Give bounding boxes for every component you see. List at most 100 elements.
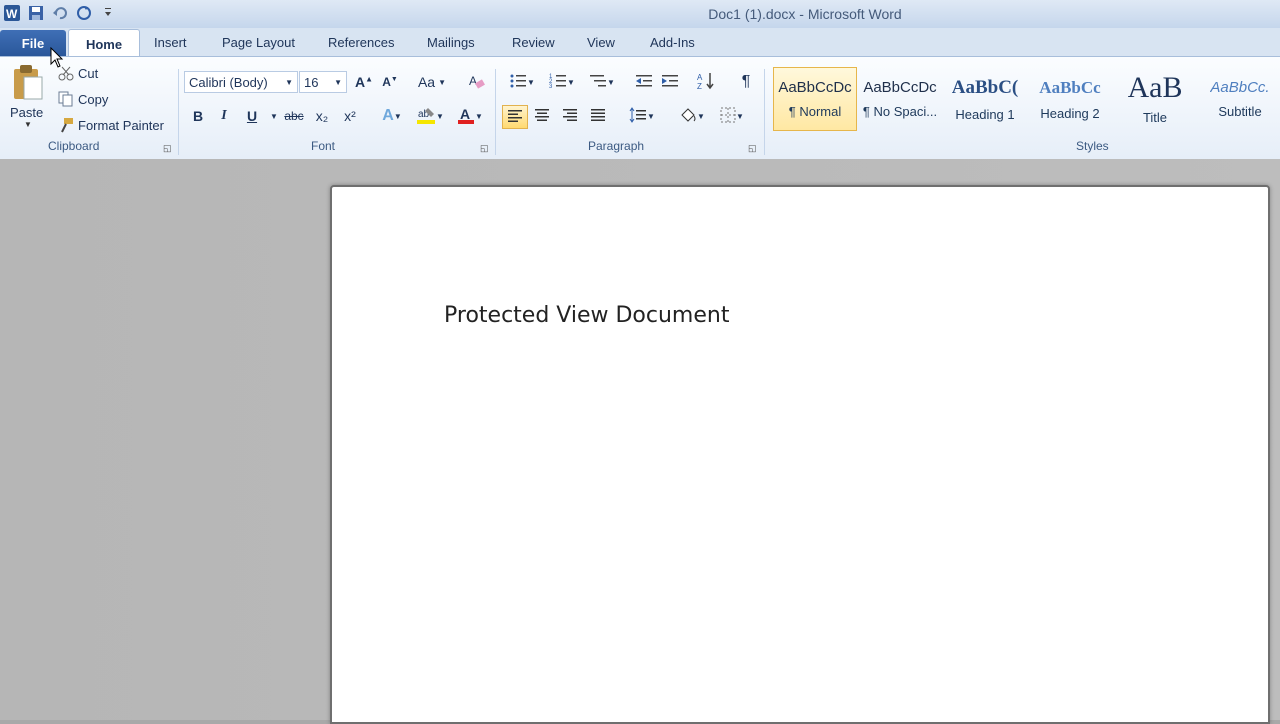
- dialog-launcher-icon[interactable]: ◱: [480, 143, 489, 154]
- font-group-label: Font: [311, 139, 336, 153]
- svg-text:A: A: [697, 73, 703, 82]
- tab-references[interactable]: References: [328, 35, 394, 50]
- font-color-icon: A: [457, 106, 475, 127]
- style-heading-2[interactable]: AaBbCc Heading 2: [1028, 67, 1112, 131]
- italic-button[interactable]: I: [212, 105, 236, 127]
- grow-font-button[interactable]: A▲: [352, 71, 376, 93]
- shrink-font-button[interactable]: A▼: [378, 71, 402, 93]
- align-right-button[interactable]: [558, 105, 582, 127]
- justify-button[interactable]: [586, 105, 610, 127]
- format-painter-button[interactable]: Format Painter: [58, 114, 164, 136]
- style-title[interactable]: AaB Title: [1113, 67, 1197, 131]
- svg-text:Z: Z: [697, 82, 702, 90]
- align-left-button[interactable]: [502, 105, 528, 129]
- copy-icon: [58, 91, 74, 107]
- sort-button[interactable]: AZ: [694, 71, 718, 93]
- line-spacing-icon: [629, 106, 647, 126]
- subscript-button[interactable]: x₂: [310, 105, 334, 127]
- chevron-down-icon: ▼: [24, 120, 32, 129]
- chevron-down-icon: ▼: [438, 77, 447, 87]
- style-sample: AaB: [1127, 73, 1183, 102]
- ribbon: Paste ▼ Cut Copy Format Painter Clipboar…: [0, 56, 1280, 160]
- copy-button[interactable]: Copy: [58, 88, 108, 110]
- text-effects-icon: A: [382, 107, 394, 124]
- group-separator: [764, 69, 765, 155]
- numbering-button[interactable]: 1 2 3 ▼: [544, 71, 580, 93]
- title-bar: W Doc1 (1).docx - Microsoft Word: [0, 0, 1280, 28]
- chevron-down-icon: ▼: [393, 111, 402, 121]
- style-sample: AaBbCc.: [1210, 79, 1270, 96]
- tab-view[interactable]: View: [587, 35, 615, 50]
- bold-button[interactable]: B: [186, 105, 210, 127]
- style-subtitle[interactable]: AaBbCc. Subtitle: [1198, 67, 1280, 131]
- tab-addins[interactable]: Add-Ins: [650, 35, 695, 50]
- eraser-icon: A: [467, 72, 485, 93]
- dialog-launcher-icon[interactable]: ◱: [163, 143, 172, 154]
- highlighter-icon: ab: [416, 106, 436, 127]
- chevron-down-icon: ▼: [567, 77, 575, 87]
- font-size-combo[interactable]: 16 ▼: [299, 71, 347, 93]
- numbering-icon: 123: [549, 73, 567, 92]
- svg-text:3: 3: [549, 84, 553, 89]
- paste-button[interactable]: Paste ▼: [10, 63, 50, 129]
- strikethrough-button[interactable]: abc: [282, 105, 306, 127]
- chevron-down-icon: ▼: [647, 111, 655, 121]
- tab-page-layout[interactable]: Page Layout: [222, 35, 295, 50]
- cut-button[interactable]: Cut: [58, 62, 98, 84]
- paste-label: Paste: [10, 105, 44, 120]
- borders-button[interactable]: ▼: [714, 105, 750, 127]
- style-sample: AaBbCcDc: [863, 79, 937, 96]
- superscript-button[interactable]: x²: [338, 105, 362, 127]
- font-name-value: Calibri (Body): [189, 74, 268, 90]
- group-separator: [178, 69, 179, 155]
- highlight-button[interactable]: ab ▼: [412, 105, 448, 127]
- chevron-down-icon: ▼: [736, 111, 744, 121]
- style-name: Heading 2: [1040, 105, 1100, 121]
- chevron-down-icon: ▼: [334, 77, 342, 87]
- style-name: ¶ No Spaci...: [862, 104, 938, 119]
- change-case-button[interactable]: Aa ▼: [414, 71, 450, 93]
- format-painter-label: Format Painter: [78, 117, 164, 133]
- tab-insert[interactable]: Insert: [154, 35, 187, 50]
- style-sample: AaBbCc: [1039, 77, 1101, 97]
- grow-font-icon: A▲: [354, 74, 374, 90]
- chevron-down-icon: ▼: [697, 111, 705, 121]
- tab-mailings[interactable]: Mailings: [427, 35, 475, 50]
- document-text[interactable]: Protected View Document: [444, 303, 729, 328]
- justify-icon: [590, 108, 606, 125]
- multilevel-list-button[interactable]: ▼: [584, 71, 620, 93]
- dialog-launcher-icon[interactable]: ◱: [748, 143, 757, 154]
- ribbon-tabs: [0, 28, 1280, 56]
- font-size-value: 16: [304, 74, 319, 90]
- multilevel-list-icon: [589, 73, 607, 92]
- tab-review[interactable]: Review: [512, 35, 555, 50]
- chevron-down-icon: ▼: [285, 77, 293, 87]
- increase-indent-button[interactable]: [658, 71, 682, 93]
- copy-label: Copy: [78, 91, 109, 107]
- cut-label: Cut: [78, 65, 99, 81]
- show-formatting-marks-button[interactable]: ¶: [734, 71, 758, 93]
- bullets-button[interactable]: ▼: [504, 71, 540, 93]
- window-title: Doc1 (1).docx - Microsoft Word: [708, 6, 902, 22]
- document-page[interactable]: Protected View Document: [330, 185, 1270, 724]
- font-name-combo[interactable]: Calibri (Body) ▼: [184, 71, 298, 93]
- clear-formatting-button[interactable]: A: [464, 71, 488, 93]
- chevron-down-icon: ▼: [436, 111, 444, 121]
- style-sample: AaBbCcDc: [778, 79, 852, 96]
- clipboard-group-label: Clipboard: [48, 139, 100, 153]
- align-center-button[interactable]: [530, 105, 554, 127]
- decrease-indent-button[interactable]: [632, 71, 656, 93]
- style-name: Title: [1142, 109, 1168, 125]
- style-normal[interactable]: AaBbCcDc ¶ Normal: [773, 67, 857, 131]
- underline-button[interactable]: U: [240, 105, 264, 127]
- style-heading-1[interactable]: AaBbC( Heading 1: [943, 67, 1027, 131]
- tab-home[interactable]: Home: [68, 29, 140, 58]
- chevron-down-icon: ▼: [475, 111, 483, 121]
- font-color-button[interactable]: A ▼: [452, 105, 488, 127]
- group-separator: [495, 69, 496, 155]
- line-spacing-button[interactable]: ▼: [624, 105, 660, 127]
- text-effects-button[interactable]: A ▼: [376, 105, 408, 127]
- style-no-spacing[interactable]: AaBbCcDc ¶ No Spaci...: [858, 67, 942, 131]
- styles-group-label: Styles: [1076, 139, 1109, 153]
- shading-button[interactable]: ▼: [674, 105, 710, 127]
